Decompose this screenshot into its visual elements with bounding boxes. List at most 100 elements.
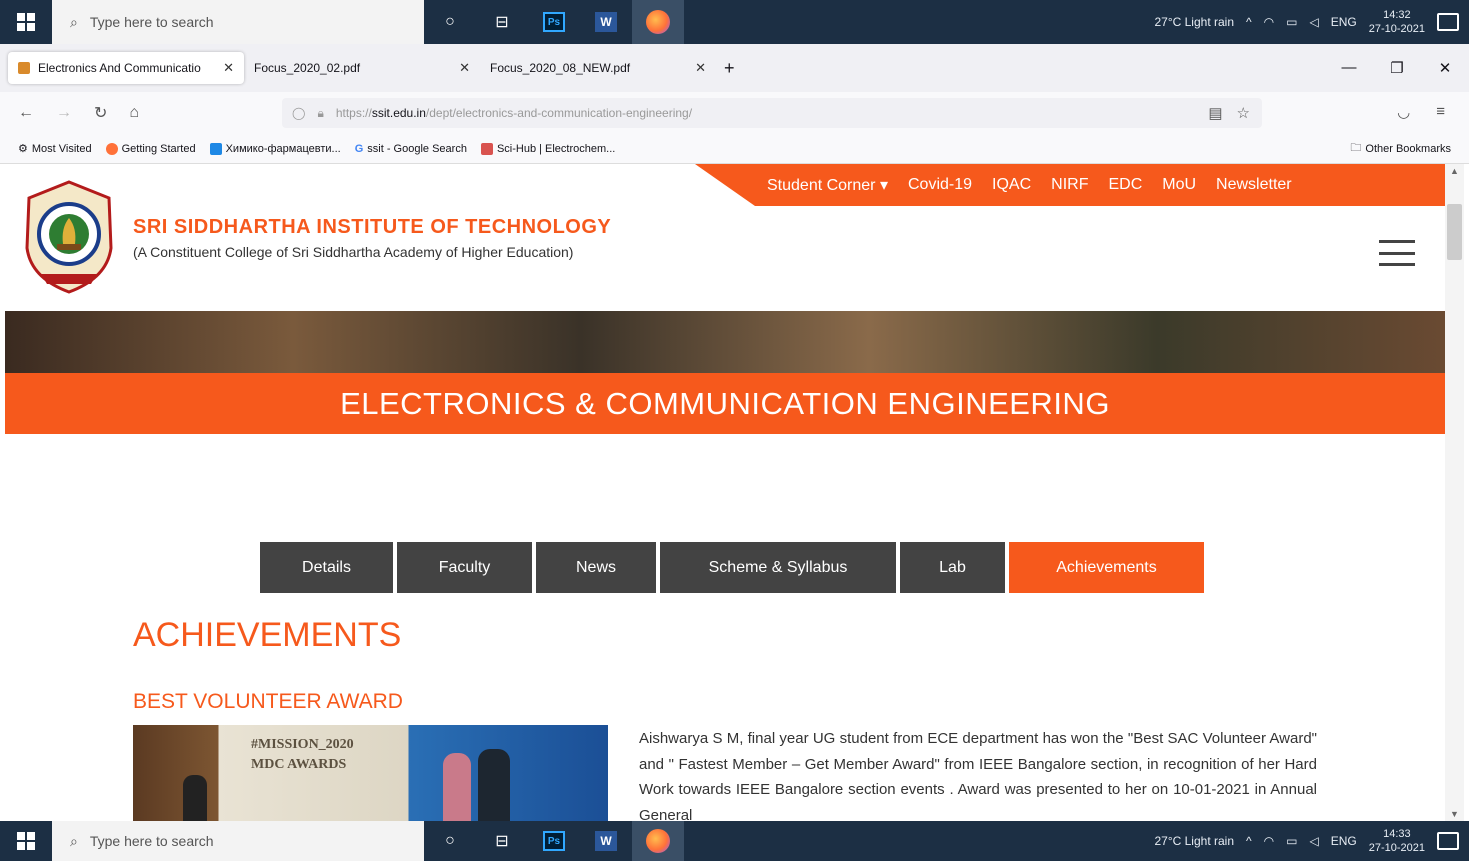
notification-icon[interactable] (1437, 13, 1459, 31)
reload-icon[interactable]: ↻ (94, 103, 107, 123)
nav-newsletter[interactable]: Newsletter (1216, 176, 1292, 194)
photo-person (183, 775, 207, 821)
other-bookmarks[interactable]: 🗀︎ Other Bookmarks (1350, 139, 1469, 158)
taskbar-search-placeholder: Type here to search (89, 833, 214, 849)
bookmark-google-search[interactable]: Gssit - Google Search (355, 143, 467, 155)
bookmark-scihub[interactable]: Sci-Hub | Electrochem... (480, 142, 615, 155)
bookmarks-bar: ⚙ Most Visited Getting Started Химико-фар… (0, 134, 1469, 164)
word-app[interactable]: W (580, 0, 632, 44)
clock[interactable]: 14:33 27-10-2021 (1369, 827, 1425, 855)
nav-iqac[interactable]: IQAC (992, 176, 1031, 194)
search-icon: ⌕ (70, 832, 78, 849)
nav-edc[interactable]: EDC (1108, 176, 1142, 194)
new-tab-icon[interactable]: + (724, 58, 735, 79)
lock-icon[interactable]: 🔒︎ (317, 106, 323, 121)
site-favicon-icon (18, 62, 30, 74)
bookmark-getting-started[interactable]: Getting Started (105, 142, 196, 155)
clock[interactable]: 14:32 27-10-2021 (1369, 8, 1425, 36)
clock-date: 27-10-2021 (1368, 842, 1425, 854)
page-scrollbar[interactable]: ▲ ▼ (1445, 164, 1464, 821)
department-tabs: Details Faculty News Scheme & Syllabus L… (260, 542, 1204, 593)
bookmark-most-visited[interactable]: ⚙ Most Visited (18, 142, 92, 156)
tab-title: Electronics And Communicatio (38, 61, 201, 75)
start-button[interactable] (0, 0, 52, 44)
tab-lab[interactable]: Lab (900, 542, 1005, 593)
wifi-icon[interactable]: ◠ (1264, 15, 1274, 29)
photo-person (443, 753, 471, 821)
home-icon[interactable]: ⌂ (129, 104, 139, 122)
cortana-icon[interactable]: ○ (424, 821, 476, 861)
maximize-icon[interactable]: ❐ (1373, 59, 1421, 77)
tab-news[interactable]: News (536, 542, 656, 593)
language-indicator[interactable]: ENG (1331, 834, 1357, 848)
browser-tab-active[interactable]: Electronics And Communicatio ✕ (8, 52, 244, 84)
close-icon[interactable]: ✕ (695, 60, 706, 76)
word-app[interactable]: W (580, 821, 632, 861)
scrollbar-thumb[interactable] (1447, 204, 1462, 260)
tab-scheme-syllabus[interactable]: Scheme & Syllabus (660, 542, 896, 593)
window-close-icon[interactable]: ✕ (1421, 59, 1469, 77)
clock-time: 14:33 (1383, 828, 1411, 840)
chevron-up-icon[interactable]: ^ (1246, 834, 1252, 848)
nav-student-corner[interactable]: Student Corner ▾ (767, 175, 888, 195)
browser-nav-bar: ← → ↻ ⌂ ◯ 🔒︎ https://ssit.edu.in/dept/el… (0, 92, 1469, 134)
tab-faculty[interactable]: Faculty (397, 542, 532, 593)
reader-view-icon[interactable]: ▤ (1208, 104, 1222, 122)
taskbar-search[interactable]: ⌕ Type here to search (52, 0, 424, 44)
nav-mou[interactable]: MoU (1162, 176, 1196, 194)
bookmark-star-icon[interactable]: ☆ (1237, 104, 1250, 122)
photoshop-icon: Ps (543, 831, 565, 851)
menu-icon[interactable]: ≡ (1436, 103, 1445, 121)
web-page: Student Corner ▾ Covid-19 IQAC NIRF EDC … (5, 164, 1445, 821)
nav-nirf[interactable]: NIRF (1051, 176, 1088, 194)
weather-widget[interactable]: 27°C Light rain (1154, 15, 1234, 29)
url-bar[interactable]: ◯ 🔒︎ https://ssit.edu.in/dept/electronic… (282, 98, 1262, 128)
institute-subtitle: (A Constituent College of Sri Siddhartha… (133, 244, 574, 260)
minimize-icon[interactable]: — (1325, 59, 1373, 77)
close-icon[interactable]: ✕ (223, 60, 234, 76)
award-description: Aishwarya S M, final year UG student fro… (639, 730, 1317, 821)
firefox-icon (105, 142, 118, 155)
browser-tab[interactable]: Focus_2020_08_NEW.pdf ✕ (480, 52, 716, 84)
institute-logo[interactable] (19, 178, 119, 296)
scroll-down-icon[interactable]: ▼ (1445, 809, 1464, 819)
award-title: BEST VOLUNTEER AWARD (133, 690, 403, 713)
bookmark-chem-pharm[interactable]: Химико-фармацевти... (209, 142, 341, 155)
photoshop-app[interactable]: Ps (528, 821, 580, 861)
weather-widget[interactable]: 27°C Light rain (1154, 834, 1234, 848)
battery-icon[interactable]: ▭ (1286, 15, 1297, 29)
volume-icon[interactable]: ◁ (1309, 834, 1318, 848)
nav-covid[interactable]: Covid-19 (908, 176, 972, 194)
pocket-icon[interactable]: ◡ (1397, 103, 1410, 121)
start-button[interactable] (0, 821, 52, 861)
scroll-up-icon[interactable]: ▲ (1445, 166, 1464, 176)
chevron-up-icon[interactable]: ^ (1246, 15, 1252, 29)
browser-tab[interactable]: Focus_2020_02.pdf ✕ (244, 52, 480, 84)
tab-achievements[interactable]: Achievements (1009, 542, 1204, 593)
photo-person (478, 749, 510, 821)
back-icon[interactable]: ← (18, 104, 34, 122)
photoshop-app[interactable]: Ps (528, 0, 580, 44)
wifi-icon[interactable]: ◠ (1264, 834, 1274, 848)
cortana-icon[interactable]: ○ (424, 0, 476, 44)
url-path: /dept/electronics-and-communication-engi… (425, 106, 693, 120)
close-icon[interactable]: ✕ (459, 60, 470, 76)
section-title: ACHIEVEMENTS (133, 616, 402, 654)
hamburger-menu-icon[interactable] (1379, 240, 1415, 266)
institute-name: SRI SIDDHARTHA INSTITUTE OF TECHNOLOGY (133, 216, 612, 238)
firefox-icon (646, 10, 670, 34)
battery-icon[interactable]: ▭ (1286, 834, 1297, 848)
volume-icon[interactable]: ◁ (1309, 15, 1318, 29)
tab-details[interactable]: Details (260, 542, 393, 593)
firefox-app[interactable] (632, 0, 684, 44)
taskbar-search[interactable]: ⌕ Type here to search (52, 821, 424, 861)
google-icon: G (354, 142, 364, 155)
language-indicator[interactable]: ENG (1331, 15, 1357, 29)
notification-icon[interactable] (1437, 832, 1459, 850)
shield-icon[interactable]: ◯ (292, 106, 305, 120)
forward-icon[interactable]: → (56, 104, 72, 122)
task-view-icon[interactable]: ⊟ (476, 821, 528, 861)
firefox-app[interactable] (632, 821, 684, 861)
task-view-icon[interactable]: ⊟ (476, 0, 528, 44)
award-photo: #MISSION_2020 MDC AWARDS (133, 725, 608, 821)
